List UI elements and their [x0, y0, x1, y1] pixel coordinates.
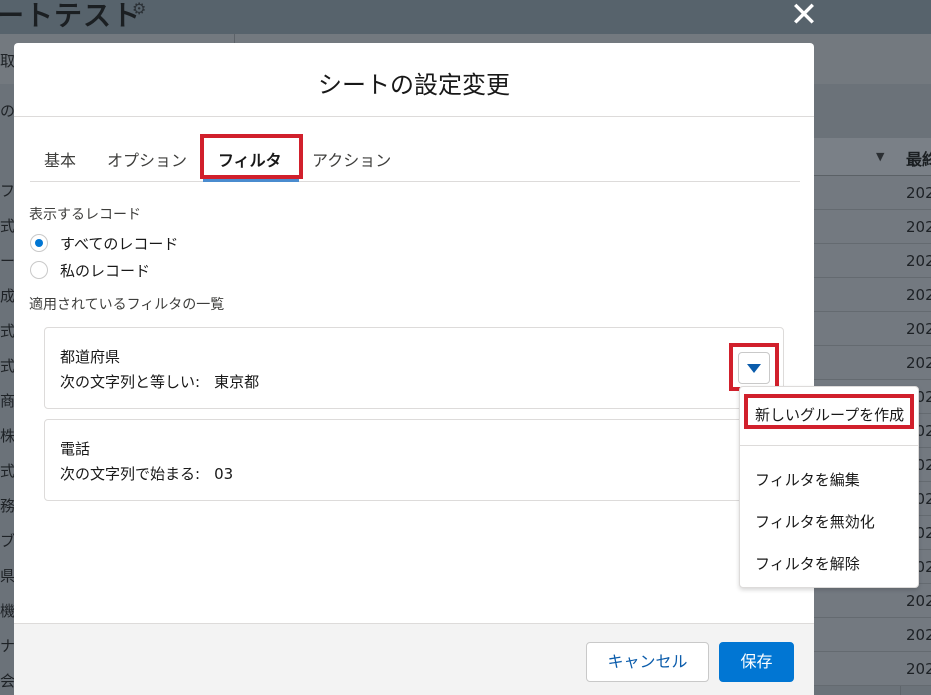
menu-divider: [740, 445, 918, 446]
radio-label: 私のレコード: [60, 261, 151, 280]
modal-title: シートの設定変更: [318, 71, 510, 99]
table-row: 202: [814, 278, 931, 312]
table-cell: 202: [906, 354, 931, 372]
bg-side-text: フ: [0, 182, 14, 200]
cancel-button[interactable]: キャンセル: [586, 642, 709, 682]
radio-all-records[interactable]: すべてのレコード: [30, 232, 178, 254]
radio-my-records[interactable]: 私のレコード: [30, 259, 150, 281]
radio-button[interactable]: [30, 234, 48, 252]
bg-side-text: 会社: [0, 672, 14, 690]
gear-icon[interactable]: ⚙: [132, 0, 146, 18]
table-row: 202: [814, 176, 931, 210]
bg-side-text: 式会: [0, 217, 14, 235]
app-left-column: 取引 のへ フ 式会 ー 成ネ 式会 式会 商会 株 式会 務所 ブ株 県 機械…: [0, 34, 14, 695]
records-section-label: 表示するレコード: [29, 207, 141, 223]
radio-button[interactable]: [30, 261, 48, 279]
bg-side-text: ー: [0, 252, 14, 270]
filter-condition: 次の文字列で始まる: 03: [60, 463, 233, 484]
bg-side-text: 株: [0, 427, 14, 445]
bg-side-text: 式会: [0, 322, 14, 340]
highlight-box: [744, 394, 914, 429]
settings-modal: シートの設定変更 基本 オプション フィルタ アクション 表示するレコード すべ…: [14, 43, 814, 695]
tab-actions[interactable]: アクション: [312, 147, 391, 171]
bg-side-text: のへ: [0, 102, 14, 120]
table-row: 202: [814, 584, 931, 618]
filter-value: 東京都: [214, 373, 260, 391]
filters-section-label: 適用されているフィルタの一覧: [29, 297, 225, 313]
bg-side-text: 成ネ: [0, 287, 14, 305]
modal-footer: キャンセル 保存: [14, 623, 814, 695]
bg-side-text: 商会: [0, 392, 14, 410]
menu-item-disable-filter[interactable]: フィルタを無効化: [755, 511, 875, 532]
chevron-down-icon[interactable]: ▼: [876, 150, 884, 163]
tab-options[interactable]: オプション: [107, 147, 187, 171]
table-cell: 202: [906, 320, 931, 338]
bg-side-text: 務所: [0, 497, 14, 515]
filter-operator: 次の文字列で始まる:: [60, 465, 201, 483]
close-icon[interactable]: ✕: [786, 0, 822, 34]
table-row: 202: [814, 346, 931, 380]
filter-condition: 次の文字列と等しい: 東京都: [60, 371, 259, 392]
save-button[interactable]: 保存: [719, 642, 794, 682]
bg-side-text: 式会: [0, 462, 14, 480]
bg-side-text: 式会: [0, 357, 14, 375]
modal-header: シートの設定変更: [14, 43, 814, 117]
tab-basic[interactable]: 基本: [44, 147, 76, 171]
table-row: 202: [814, 244, 931, 278]
table-row: 202: [814, 312, 931, 346]
table-cell: 202: [906, 218, 931, 236]
filter-card[interactable]: 都道府県 次の文字列と等しい: 東京都: [44, 327, 784, 409]
radio-label: すべてのレコード: [60, 234, 179, 253]
table-cell: 202: [906, 592, 931, 610]
highlight-box: [200, 134, 303, 179]
filter-operator: 次の文字列と等しい:: [60, 373, 201, 391]
bg-side-text: 取引: [0, 52, 14, 70]
table-row: 202: [814, 618, 931, 652]
table-row: 202: [814, 652, 931, 686]
bg-side-text: ナー: [0, 637, 14, 655]
bg-side-text: 県: [0, 567, 14, 585]
table-cell: 202: [906, 626, 931, 644]
highlight-box: [729, 343, 779, 391]
table-cell: 202: [906, 286, 931, 304]
bg-side-text: ブ株: [0, 532, 14, 550]
filter-card[interactable]: 電話 次の文字列で始まる: 03: [44, 419, 784, 501]
app-page-title: ートテスト: [0, 0, 142, 32]
column-header-label: 最終: [906, 150, 931, 169]
filter-field-name: 電話: [60, 440, 91, 458]
bg-side-text: 機械: [0, 602, 14, 620]
table-cell: 202: [906, 252, 931, 270]
filter-field-name: 都道府県: [60, 348, 121, 366]
tab-bar: 基本 オプション フィルタ アクション: [30, 139, 800, 182]
table-cell: 202: [906, 184, 931, 202]
table-cell: 202: [906, 660, 931, 678]
menu-item-remove-filter[interactable]: フィルタを解除: [755, 553, 860, 574]
filter-value: 03: [214, 465, 234, 483]
menu-item-edit-filter[interactable]: フィルタを編集: [755, 469, 860, 490]
table-row: 202: [814, 210, 931, 244]
